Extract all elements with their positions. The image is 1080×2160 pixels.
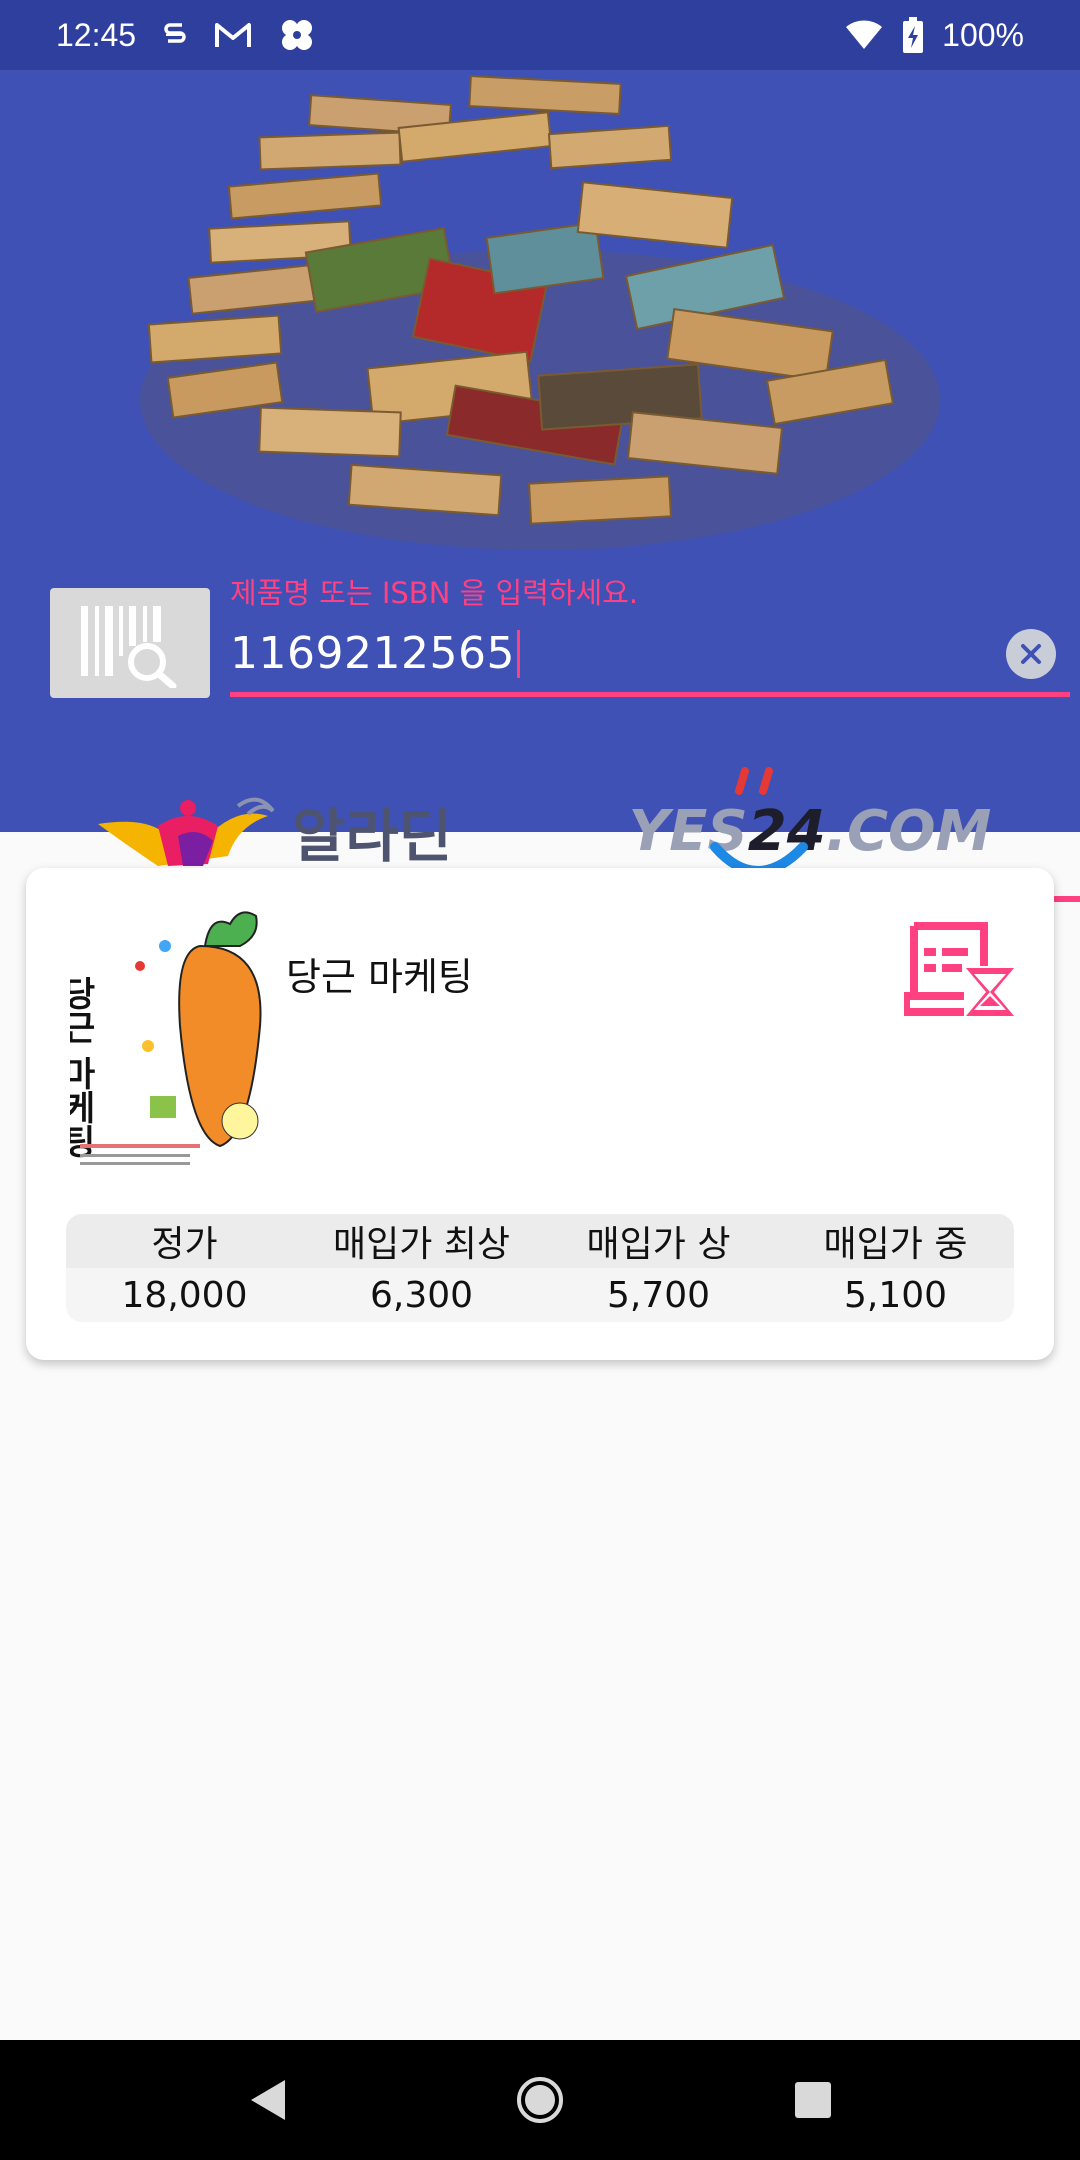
value-buy-good: 5,700 <box>606 1274 711 1316</box>
search-hint-label: 제품명 또는 ISBN 을 입력하세요. <box>230 576 639 610</box>
header-list-price: 정가 <box>151 1224 218 1265</box>
gmail-icon <box>214 20 252 50</box>
purchase-pending-icon[interactable] <box>904 916 1018 1030</box>
system-nav-bar <box>0 2040 1080 2160</box>
price-table: 정가 매입가 최상 매입가 상 매입가 중 18,000 6,300 5,700… <box>66 1214 1014 1322</box>
close-icon <box>1021 644 1041 664</box>
value-buy-fair: 5,100 <box>843 1274 948 1316</box>
barcode-scan-button[interactable] <box>50 588 210 698</box>
value-buy-best: 6,300 <box>369 1274 474 1316</box>
header-buy-good: 매입가 상 <box>586 1224 731 1265</box>
search-input-value: 1169212565 <box>230 628 515 679</box>
recents-button[interactable] <box>773 2060 853 2140</box>
books-pile-image <box>140 75 940 550</box>
s-icon <box>162 19 188 51</box>
price-table-values: 18,000 6,300 5,700 5,100 <box>66 1268 1014 1322</box>
back-button[interactable] <box>227 2060 307 2140</box>
value-list-price: 18,000 <box>121 1274 248 1316</box>
price-table-header: 정가 매입가 최상 매입가 상 매입가 중 <box>66 1214 1014 1268</box>
back-triangle-icon <box>250 2080 285 2120</box>
yes24-logo: YES24.COM <box>629 766 992 876</box>
status-time: 12:45 <box>56 16 137 53</box>
svg-text:당근 마케팅: 당근 마케팅 <box>70 976 96 1158</box>
book-cover-image: 당근 마케팅 <box>70 906 266 1172</box>
pinwheel-icon <box>278 16 316 54</box>
battery-percent: 100% <box>942 16 1024 53</box>
home-circle-icon <box>516 2077 563 2123</box>
header-buy-fair: 매입가 중 <box>823 1224 968 1265</box>
text-caret <box>516 629 520 678</box>
barcode-search-icon <box>81 606 177 688</box>
screen: 12:45 100% 제품명 또는 ISBN 을 입력하세요. 11692125… <box>0 0 1080 2160</box>
app-header: 제품명 또는 ISBN 을 입력하세요. 1169212565 알라딘 YES2… <box>0 70 1080 902</box>
wifi-icon <box>844 19 884 51</box>
search-input[interactable]: 1169212565 <box>230 615 1070 697</box>
battery-charging-icon <box>902 17 924 53</box>
book-title: 당근 마케팅 <box>286 955 473 999</box>
home-button[interactable] <box>500 2060 580 2140</box>
yes24-suffix: .COM <box>825 798 992 864</box>
clear-search-button[interactable] <box>1006 629 1056 679</box>
header-buy-best: 매입가 최상 <box>332 1224 511 1265</box>
aladin-lamp-icon <box>97 797 275 866</box>
aladin-logo-text: 알라딘 <box>291 802 453 870</box>
status-bar: 12:45 100% <box>0 0 1080 70</box>
recents-square-icon <box>795 2082 832 2118</box>
book-result-card[interactable]: 당근 마케팅 당근 마케팅 정가 매입가 최상 매입가 상 매입가 중 18,0… <box>26 868 1054 1360</box>
